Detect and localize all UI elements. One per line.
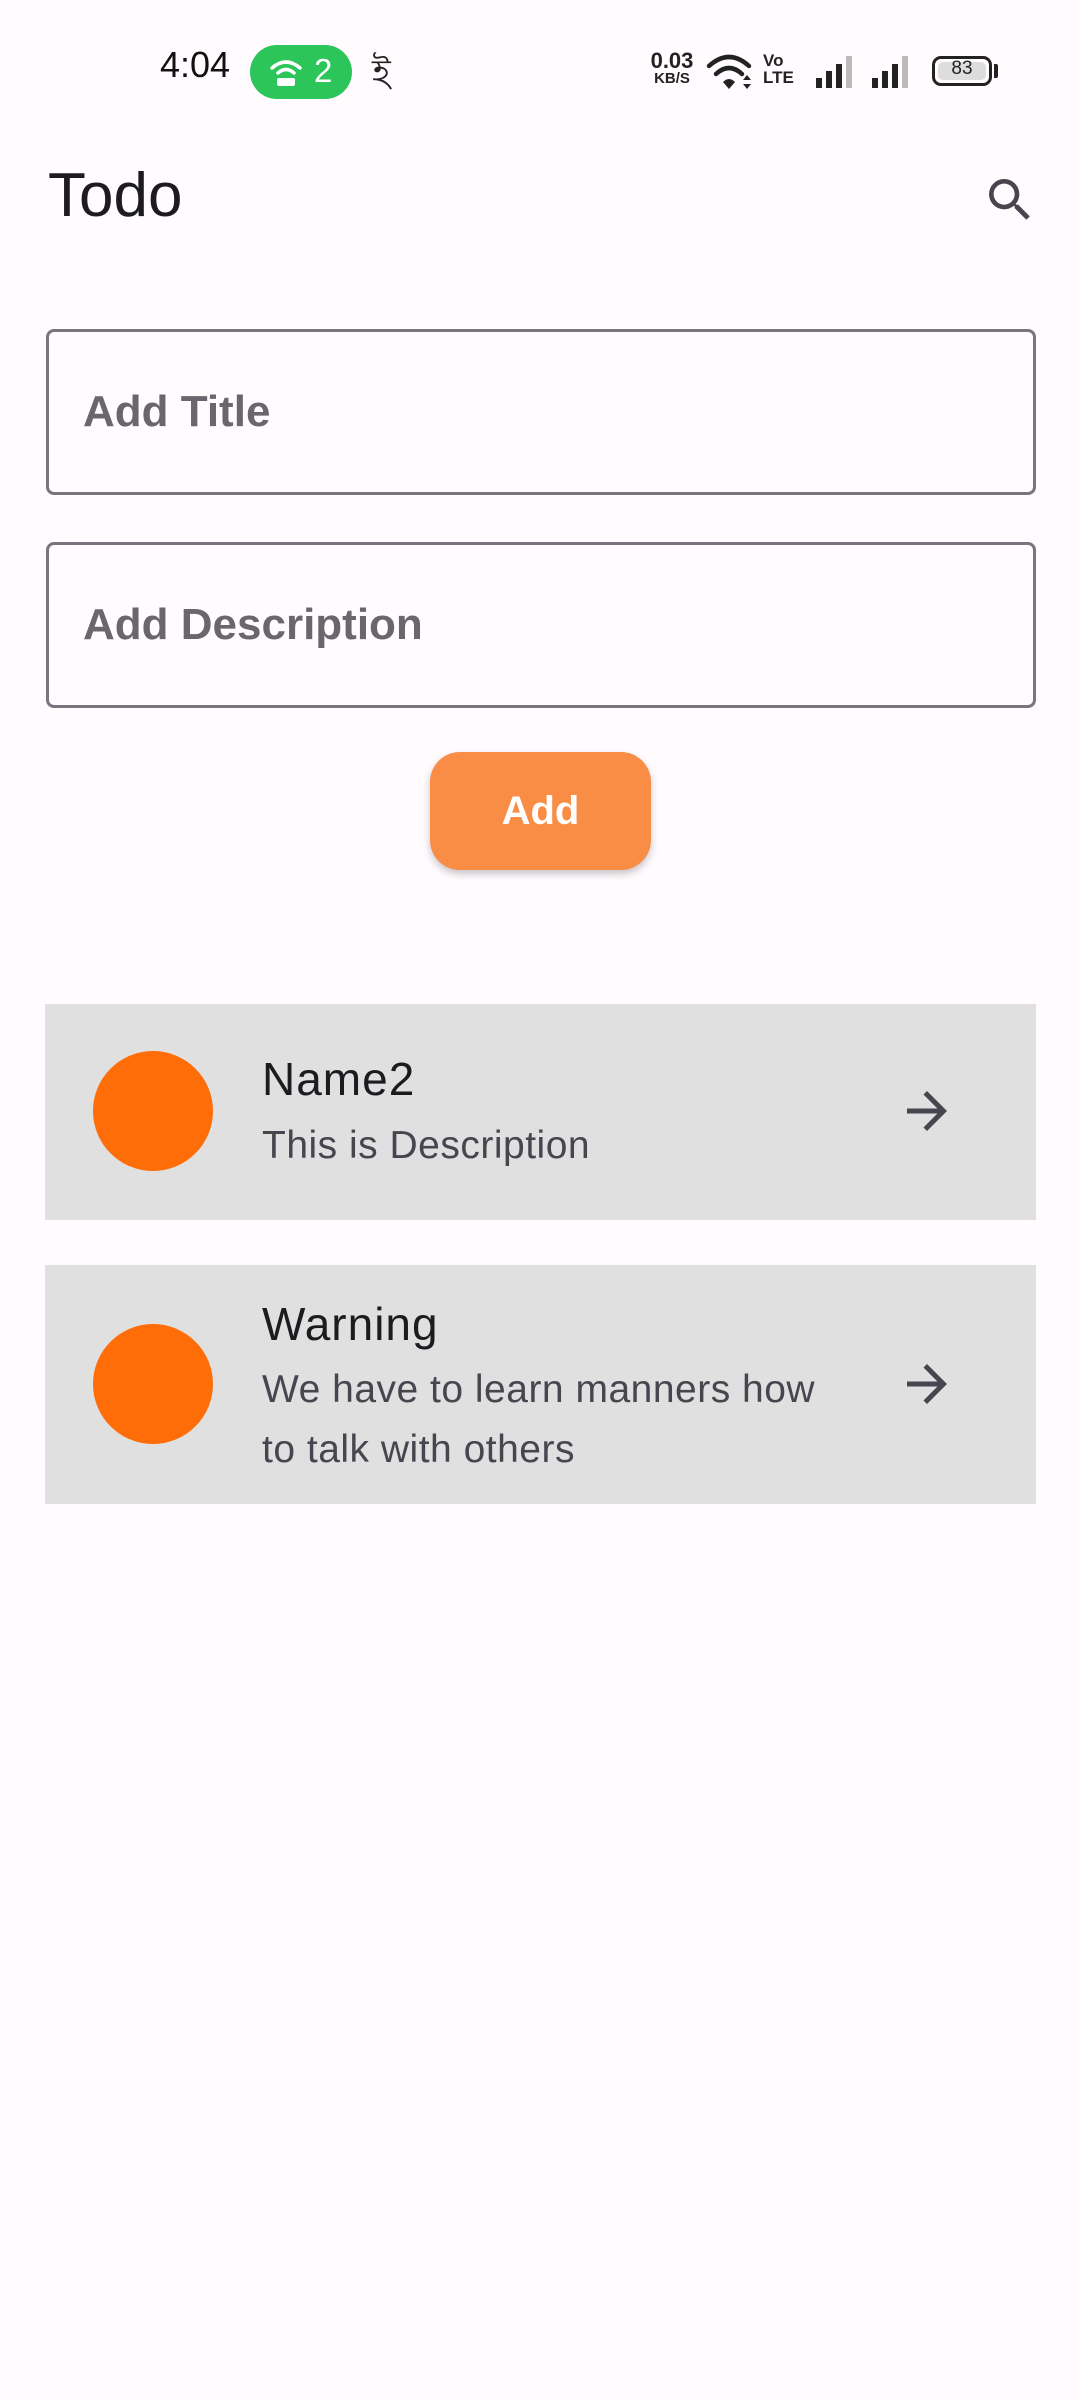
title-field[interactable] (46, 329, 1036, 495)
add-button[interactable]: Add (430, 752, 651, 870)
hotspot-badge: 2 (250, 45, 352, 99)
description-field[interactable] (46, 542, 1036, 708)
wifi-icon (706, 54, 752, 89)
arrow-right-icon[interactable] (897, 1354, 957, 1414)
net-speed-value: 0.03 (650, 48, 694, 73)
notification-glyph: ই (372, 53, 391, 94)
todo-avatar (93, 1324, 213, 1444)
volte-label: Vo LTE (763, 51, 794, 87)
search-button[interactable] (970, 160, 1050, 240)
arrow-right-icon[interactable] (897, 1081, 957, 1141)
signal-icon-1 (816, 56, 852, 88)
battery-level: 83 (951, 58, 973, 79)
search-icon (989, 179, 1030, 220)
title-input[interactable] (49, 332, 1033, 492)
signal-icon-2 (872, 56, 908, 88)
status-bar: 4:04 2 ই 0.03 KB/S Vo LTE 83 (0, 0, 1080, 140)
todo-item[interactable]: Name2 This is Description (45, 1004, 1036, 1220)
todo-item[interactable]: Warning We have to learn manners how to … (45, 1265, 1036, 1504)
description-input[interactable] (49, 545, 1033, 705)
todo-description: This is Description (262, 1124, 591, 1167)
todo-title: Name2 (262, 1053, 416, 1105)
todo-description: We have to learn manners how to talk wit… (262, 1368, 816, 1471)
hotspot-count: 2 (314, 52, 333, 89)
hotspot-icon (270, 60, 302, 86)
todo-avatar (93, 1051, 213, 1171)
battery-icon: 83 (932, 56, 992, 86)
status-time: 4:04 (160, 44, 231, 85)
todo-title: Warning (262, 1298, 439, 1350)
battery-tip (994, 64, 998, 78)
net-speed: 0.03 KB/S (645, 48, 699, 88)
page-title: Todo (48, 161, 183, 230)
volte-icon: Vo LTE (763, 52, 803, 86)
